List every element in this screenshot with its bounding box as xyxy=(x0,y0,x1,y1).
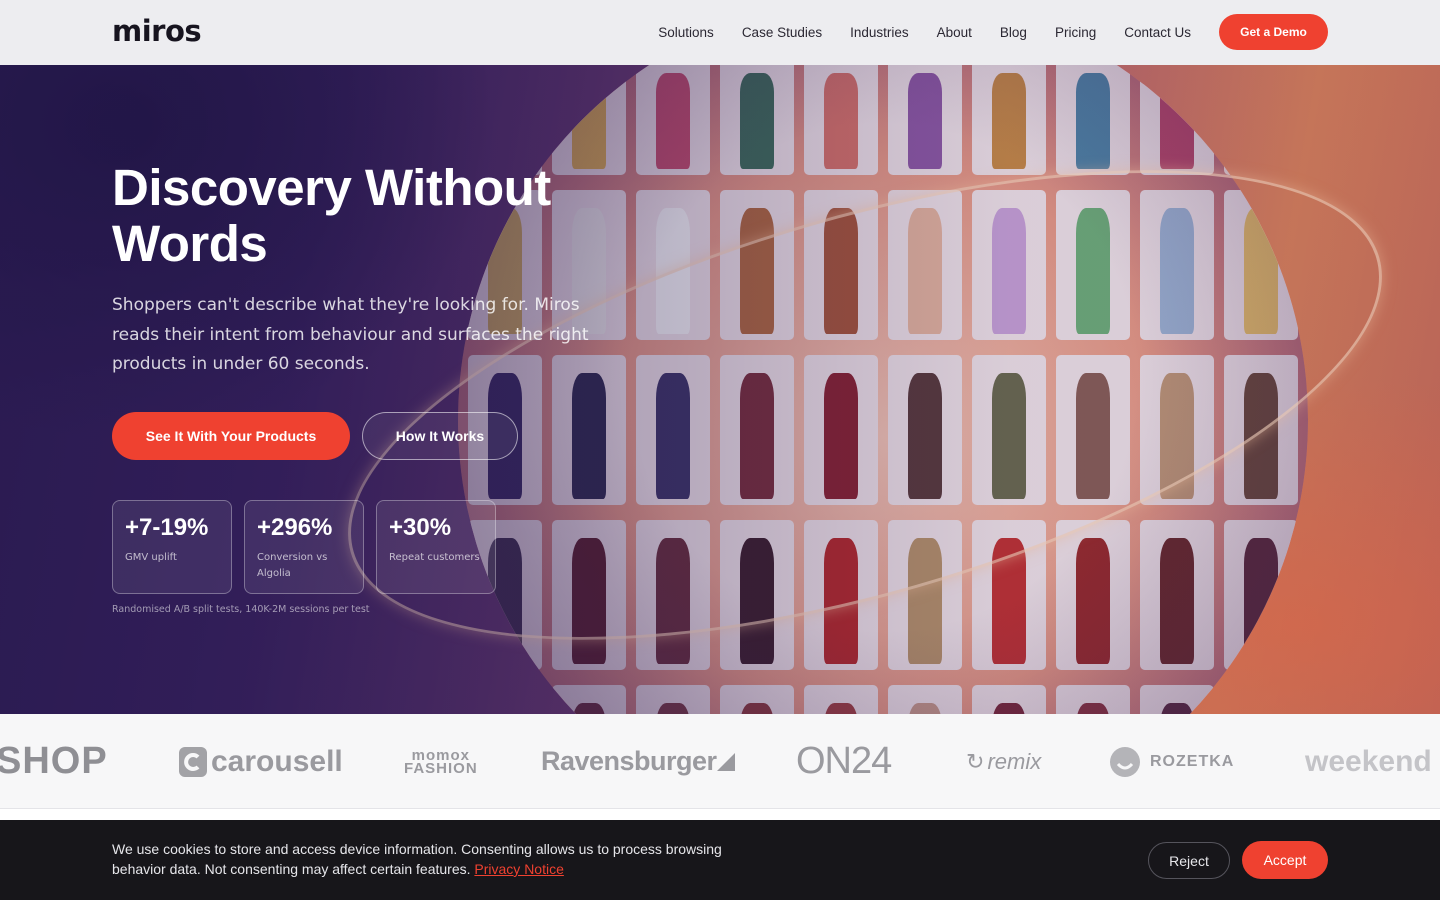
hero-section: Discovery Without Words Shoppers can't d… xyxy=(0,65,1440,714)
stat-label: Repeat customers xyxy=(389,552,480,563)
get-a-demo-button[interactable]: Get a Demo xyxy=(1219,14,1328,50)
nav-link-contact-us[interactable]: Contact Us xyxy=(1124,25,1191,40)
stat-value: +296% xyxy=(257,514,333,541)
top-nav: miros Solutions Case Studies Industries … xyxy=(0,0,1440,65)
logo-shop: SHOP xyxy=(0,740,108,782)
reject-cookies-button[interactable]: Reject xyxy=(1148,842,1230,879)
logo-on24: ON24 xyxy=(796,740,892,782)
remix-swirl-icon: ↻ xyxy=(966,748,985,774)
cookie-consent-bar: We use cookies to store and access devic… xyxy=(0,820,1440,900)
rozetka-wordmark: ROZETKA xyxy=(1150,752,1235,770)
stat-value: +30% xyxy=(389,514,452,541)
rozetka-smile-icon xyxy=(1110,746,1140,777)
privacy-notice-link[interactable]: Privacy Notice xyxy=(474,861,563,877)
logo-carousell: carousell xyxy=(178,714,343,808)
nav-link-case-studies[interactable]: Case Studies xyxy=(742,25,822,40)
nav-link-pricing[interactable]: Pricing xyxy=(1055,25,1096,40)
see-it-with-your-products-button[interactable]: See It With Your Products xyxy=(112,412,350,460)
cookie-message: We use cookies to store and access devic… xyxy=(112,839,762,879)
logo-momox: momox FASHION xyxy=(404,746,478,777)
stat-card-gmv: +7-19% GMV uplift xyxy=(112,500,232,594)
stat-value: +7-19% xyxy=(125,514,209,541)
nav-link-about[interactable]: About xyxy=(937,25,972,40)
nav-links: Solutions Case Studies Industries About … xyxy=(658,0,1191,65)
stats-footnote: Randomised A/B split tests, 140K-2M sess… xyxy=(112,604,370,615)
stat-label: Conversion vs Algolia xyxy=(257,552,328,579)
ravensburger-triangle-icon xyxy=(716,752,735,771)
carousell-wordmark: carousell xyxy=(211,744,343,778)
ravensburger-wordmark: Ravensburger xyxy=(541,746,717,776)
nav-link-industries[interactable]: Industries xyxy=(850,25,909,40)
nav-link-blog[interactable]: Blog xyxy=(1000,25,1027,40)
logo-weekend: weekend xyxy=(1305,744,1432,778)
accept-cookies-button[interactable]: Accept xyxy=(1242,841,1328,879)
logo-ravensburger: Ravensburger xyxy=(541,714,735,808)
nav-link-solutions[interactable]: Solutions xyxy=(658,25,714,40)
hero-subtitle: Shoppers can't describe what they're loo… xyxy=(112,295,589,374)
logo-rozetka: ROZETKA xyxy=(1110,714,1235,808)
cookie-text: We use cookies to store and access devic… xyxy=(112,841,722,877)
remix-wordmark: remix xyxy=(987,748,1042,774)
stat-card-repeat: +30% Repeat customers xyxy=(376,500,496,594)
miros-logo[interactable]: miros xyxy=(112,16,202,46)
carousell-icon xyxy=(179,746,207,777)
hero-title: Discovery Without Words xyxy=(112,159,551,272)
customer-logo-strip: SHOP carousell momox FASHION Ravensburge… xyxy=(0,714,1440,809)
how-it-works-button[interactable]: How It Works xyxy=(362,412,518,460)
logo-remix: ↻ remix xyxy=(966,714,1042,808)
stat-card-conversion: +296% Conversion vs Algolia xyxy=(244,500,364,594)
stat-label: GMV uplift xyxy=(125,552,177,563)
